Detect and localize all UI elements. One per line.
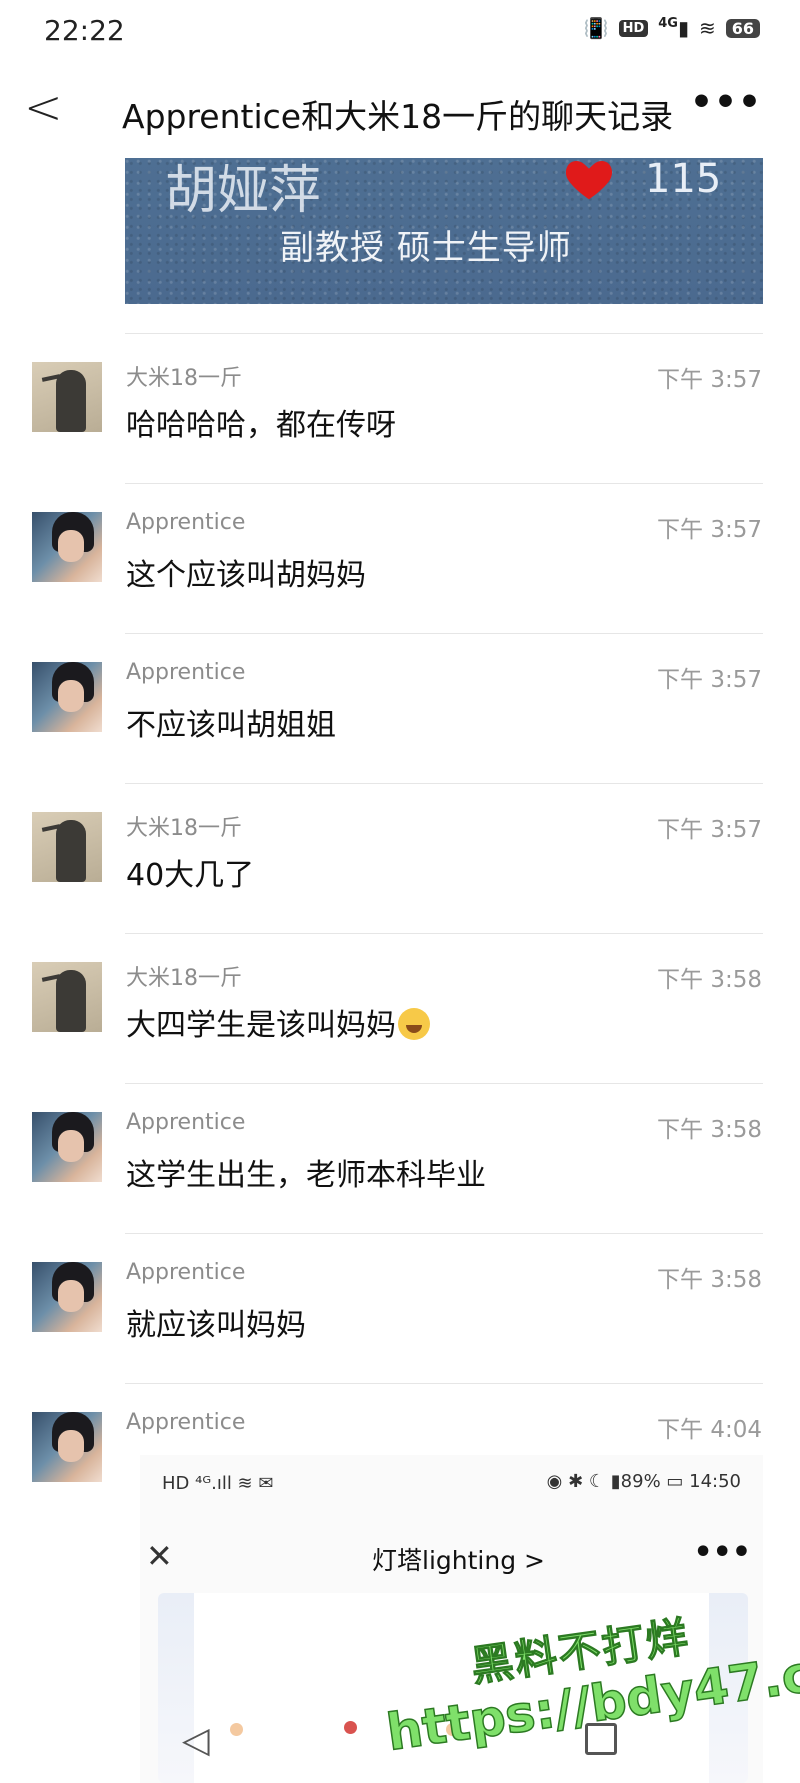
- message-time: 下午 4:04: [657, 1417, 762, 1443]
- message-text: 这个应该叫胡妈妈: [126, 550, 366, 594]
- banner-subtitle: 副教授 硕士生导师: [280, 228, 572, 268]
- vibrate-icon: 📳: [583, 16, 609, 40]
- message-time: 下午 3:57: [657, 517, 762, 543]
- message-time: 下午 3:57: [657, 667, 762, 693]
- wifi-icon: ≋: [698, 16, 716, 40]
- message-text-content: 这个应该叫胡妈妈: [126, 558, 366, 593]
- message-row[interactable]: Apprentice 下午 3:58 就应该叫妈妈: [0, 1234, 800, 1384]
- message-text: 大四学生是该叫妈妈: [126, 1000, 430, 1044]
- avatar[interactable]: [32, 362, 102, 432]
- message-text: 40大几了: [126, 850, 254, 894]
- sender-name: Apprentice: [126, 510, 246, 535]
- message-text-content: 不应该叫胡姐姐: [126, 708, 336, 743]
- message-time: 下午 3:58: [657, 1117, 762, 1143]
- embedded-status-left: HD ⁴ᴳ.ıll ≋ ✉: [162, 1473, 274, 1494]
- avatar[interactable]: [32, 1412, 102, 1482]
- heart-icon: [565, 161, 613, 200]
- page-title: Apprentice和大米18一斤的聊天记录: [122, 97, 674, 136]
- message-text-content: 哈哈哈哈，都在传呀: [126, 408, 396, 443]
- more-icon: •••: [693, 1535, 751, 1570]
- close-icon: ✕: [146, 1537, 173, 1575]
- avatar[interactable]: [32, 812, 102, 882]
- message-text: 这学生出生，老师本科毕业: [126, 1150, 486, 1194]
- hd-badge: HD: [618, 19, 649, 37]
- message-text: 不应该叫胡姐姐: [126, 700, 336, 744]
- more-options-button[interactable]: •••: [690, 82, 762, 123]
- sender-name: 大米18一斤: [126, 966, 242, 991]
- message-row[interactable]: 大米18一斤 下午 3:58 大四学生是该叫妈妈: [0, 934, 800, 1084]
- message-time: 下午 3:58: [657, 1267, 762, 1293]
- battery-indicator: 66: [725, 18, 760, 38]
- message-text-content: 就应该叫妈妈: [126, 1308, 306, 1343]
- message-text-content: 大四学生是该叫妈妈: [126, 1008, 396, 1043]
- sender-name: Apprentice: [126, 1410, 246, 1435]
- embedded-title: 灯塔lighting >: [372, 1546, 545, 1575]
- sender-name: Apprentice: [126, 660, 246, 685]
- message-row[interactable]: Apprentice 下午 3:57 这个应该叫胡妈妈: [0, 484, 800, 634]
- banner-name: 胡娅萍: [165, 161, 322, 221]
- message-row[interactable]: Apprentice 下午 3:57 不应该叫胡姐姐: [0, 634, 800, 784]
- decor-dot: [230, 1723, 243, 1736]
- back-button[interactable]: <: [24, 84, 63, 130]
- avatar[interactable]: [32, 1112, 102, 1182]
- signal-icon: 4G▮: [658, 16, 689, 40]
- sender-name: Apprentice: [126, 1110, 246, 1135]
- avatar[interactable]: [32, 1262, 102, 1332]
- message-row[interactable]: 大米18一斤 下午 3:57 哈哈哈哈，都在传呀: [0, 334, 800, 484]
- status-time: 22:22: [44, 14, 125, 47]
- message-row[interactable]: Apprentice 下午 3:58 这学生出生，老师本科毕业: [0, 1084, 800, 1234]
- sender-name: 大米18一斤: [126, 366, 242, 391]
- avatar[interactable]: [32, 512, 102, 582]
- message-time: 下午 3:57: [657, 817, 762, 843]
- embedded-status-right: ◉ ✱ ☾ ▮89% ▭ 14:50: [546, 1471, 741, 1492]
- decor-dot: [344, 1721, 357, 1734]
- message-text-content: 这学生出生，老师本科毕业: [126, 1158, 486, 1193]
- system-back-button[interactable]: ◁: [182, 1720, 210, 1761]
- sender-name: 大米18一斤: [126, 816, 242, 841]
- message-time: 下午 3:58: [657, 967, 762, 993]
- profile-banner-image[interactable]: 胡娅萍 115 副教授 硕士生导师: [125, 158, 763, 304]
- status-icons: 📳 HD 4G▮ ≋ 66: [584, 16, 760, 40]
- sender-name: Apprentice: [126, 1260, 246, 1285]
- message-time: 下午 3:57: [657, 367, 762, 393]
- message-text: 就应该叫妈妈: [126, 1300, 306, 1344]
- message-row[interactable]: 大米18一斤 下午 3:57 40大几了: [0, 784, 800, 934]
- avatar[interactable]: [32, 662, 102, 732]
- status-bar: 22:22 📳 HD 4G▮ ≋ 66: [0, 0, 800, 62]
- network-label: 4G: [658, 16, 678, 31]
- tears-of-joy-emoji-icon: [398, 1008, 430, 1040]
- chat-record-header: < Apprentice和大米18一斤的聊天记录 •••: [0, 62, 800, 158]
- message-text: 哈哈哈哈，都在传呀: [126, 400, 396, 444]
- like-count: 115: [645, 158, 722, 202]
- avatar[interactable]: [32, 962, 102, 1032]
- message-text-content: 40大几了: [126, 858, 255, 893]
